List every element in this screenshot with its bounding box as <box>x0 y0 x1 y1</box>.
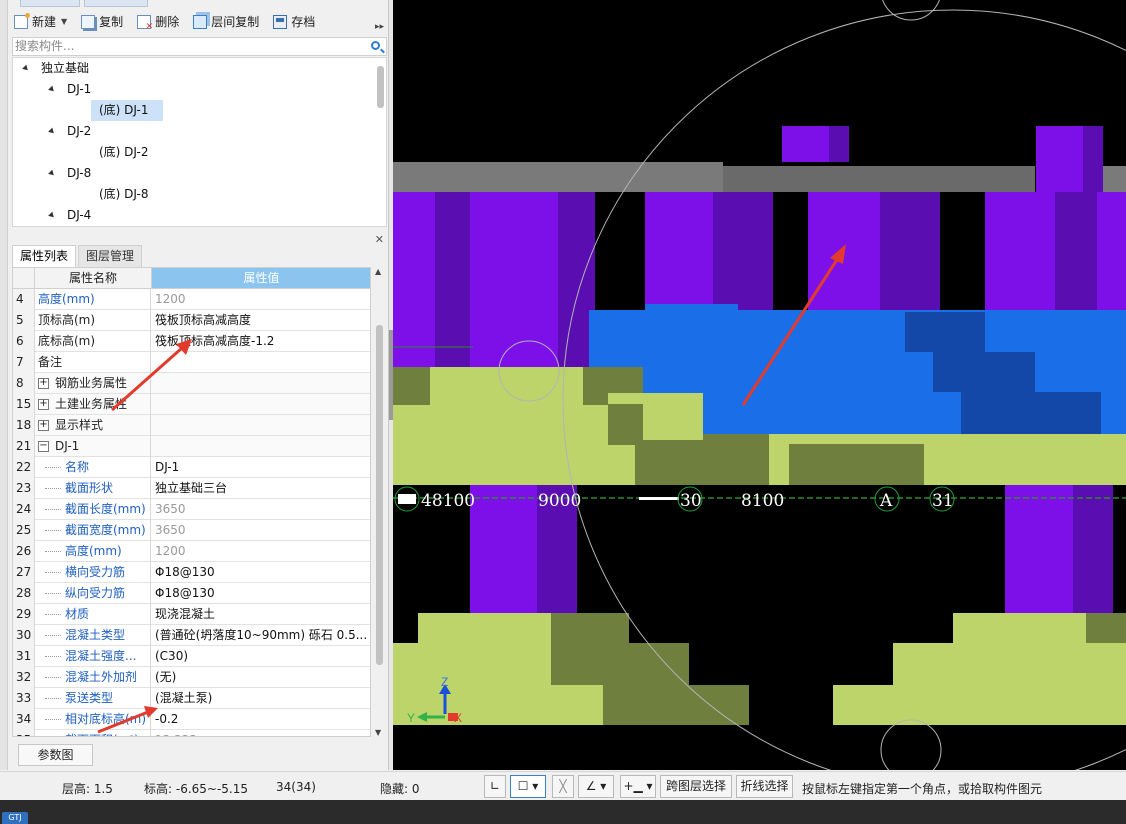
polyline-select-button[interactable]: 折线选择 <box>736 775 793 798</box>
axis-label: 8100 <box>741 491 784 511</box>
angle-snap-dropdown[interactable]: ∠ ▾ <box>578 775 614 798</box>
column-top <box>1083 126 1103 192</box>
ortho-toggle-icon[interactable]: ∟ <box>484 775 506 798</box>
app-taskbar-icon[interactable]: GTJ <box>2 812 28 824</box>
cross-layer-select-button[interactable]: 跨图层选择 <box>660 775 732 798</box>
hidden-count: 隐藏: 0 <box>380 782 420 796</box>
column-lower <box>1073 485 1113 613</box>
axis-label: 30 <box>680 491 702 511</box>
model-canvas[interactable]: 48100 9000 30 8100 A 31 Z Y X <box>393 0 1126 770</box>
footing-green <box>769 434 789 485</box>
drawing-viewport[interactable]: 48100 9000 30 8100 A 31 Z Y X <box>393 0 1126 770</box>
os-taskbar <box>0 800 1126 824</box>
column-top <box>829 126 849 162</box>
select-mode-dropdown[interactable]: ☐ ▾ <box>510 775 546 798</box>
footing-blue-dark <box>933 352 1035 392</box>
hint-text: 按鼠标左键指定第一个角点，或拾取构件图元 <box>802 782 1043 796</box>
slab-edge <box>393 162 723 192</box>
annotation-arrow-line <box>97 710 149 734</box>
column <box>393 192 435 367</box>
annotation-overlay <box>97 339 192 734</box>
selection-count: 34(34) <box>276 780 316 794</box>
axis-label: 31 <box>932 491 954 511</box>
axis-label: A <box>879 491 893 511</box>
x-axis-label: X <box>454 711 462 725</box>
column-lower <box>470 485 537 613</box>
column <box>1097 192 1126 312</box>
orbit-handle-bottom[interactable] <box>880 719 942 770</box>
column <box>435 192 470 367</box>
column <box>880 192 940 312</box>
y-axis-label: Y <box>407 711 415 725</box>
column <box>1055 192 1097 312</box>
snap-options-dropdown[interactable]: +▁ ▾ <box>620 775 656 798</box>
axis-label: 48100 <box>421 491 475 511</box>
footing-green-lower <box>833 613 1126 725</box>
column <box>985 192 1055 312</box>
annotation-arrow-line <box>111 346 183 412</box>
footing-blue-dark <box>961 392 1101 434</box>
footing-blue-dark <box>905 312 985 352</box>
annotation-arrow-head <box>144 706 158 718</box>
column <box>470 192 558 367</box>
footing-green-lower-dark <box>1086 613 1126 643</box>
cross-select-icon[interactable]: ╳ <box>552 775 574 798</box>
column <box>645 192 713 312</box>
status-bar: 层高: 1.5 标高: -6.65~-5.15 34(34) 隐藏: 0 ∟ ☐… <box>0 771 1126 800</box>
footing-green-dark <box>393 367 430 405</box>
column <box>713 192 773 312</box>
elevation-range: 标高: -6.65~-5.15 <box>144 782 249 796</box>
orbit-handle-top[interactable] <box>881 0 941 21</box>
slab-edge <box>723 166 1035 192</box>
axis-dash <box>639 497 679 500</box>
footing-green-dark <box>769 444 924 485</box>
floor-height: 层高: 1.5 <box>62 782 113 796</box>
column-lower <box>1005 485 1073 613</box>
z-axis-label: Z <box>441 675 448 689</box>
axis-marker <box>398 494 416 504</box>
